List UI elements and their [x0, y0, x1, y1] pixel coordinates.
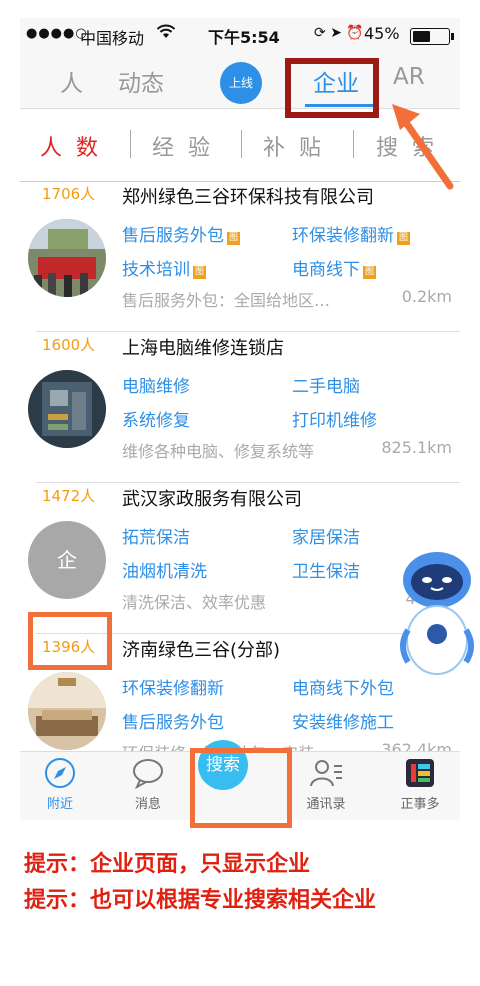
company-description: 清洗保洁、效率优惠 [122, 593, 267, 612]
battery-icon [410, 28, 454, 45]
company-photo-avatar [28, 370, 106, 448]
status-bar: ●●●●○ 中国移动 下午5:54 ⟳ ➤ ⏰ 45% [20, 18, 460, 52]
clock: 下午5:54 [208, 28, 280, 47]
highlight-member-count [28, 612, 112, 670]
carrier-name: 中国移动 [80, 29, 145, 48]
service-link[interactable]: 油烟机清洗 [122, 557, 207, 582]
signal-strength: ●●●●○ [26, 26, 88, 41]
filter-people-count[interactable]: 人数 [40, 130, 112, 162]
service-link[interactable]: 环保装修翻新图 [292, 221, 410, 246]
image-tag-icon: 图 [397, 232, 410, 245]
system-icons: ⟳ ➤ ⏰ [314, 25, 364, 41]
filter-experience[interactable]: 经验 [152, 130, 224, 162]
filter-divider [130, 130, 131, 158]
service-link[interactable]: 技术培训图 [122, 255, 206, 280]
battery-percent: 45% [364, 24, 400, 43]
distance: 0.2km [401, 287, 452, 306]
service-link[interactable]: 环保装修翻新 [122, 674, 224, 699]
service-link[interactable]: 家居保洁 [292, 523, 360, 548]
service-link[interactable]: 拓荒保洁 [122, 523, 190, 548]
rotation-lock-icon: ⟳ [314, 25, 326, 41]
online-button[interactable]: 上线 [220, 62, 262, 104]
tab-zhengshiduo[interactable]: 正事多 [380, 756, 460, 812]
service-link[interactable]: 系统修复 [122, 406, 190, 431]
service-link[interactable]: 售后服务外包图 [122, 221, 240, 246]
company-default-avatar: 企 [28, 521, 106, 599]
company-photo-avatar [28, 219, 106, 297]
filter-divider [353, 130, 354, 158]
hint-line: 提示：也可以根据专业搜索相关企业 [24, 888, 377, 913]
service-link[interactable]: 电商线下图 [292, 255, 376, 280]
contacts-icon [310, 760, 342, 787]
tab-people[interactable]: 人 [60, 64, 83, 98]
tab-ar[interactable]: AR [393, 64, 425, 90]
service-link[interactable]: 卫生保洁 [292, 557, 360, 582]
company-name: 武汉家政服务有限公司 [122, 489, 302, 510]
annotation-arrow-icon [392, 104, 454, 190]
filter-subsidy[interactable]: 补贴 [263, 130, 335, 162]
image-tag-icon: 图 [363, 266, 376, 279]
distance: 362.4km [381, 740, 452, 751]
company-description: 维修各种电脑、修复系统等 [122, 442, 315, 461]
service-link[interactable]: 安装维修施工 [292, 708, 394, 733]
filter-divider [241, 130, 242, 158]
member-count: 1706人 [42, 185, 96, 203]
tab-nearby[interactable]: 附近 [20, 756, 100, 812]
company-name: 郑州绿色三谷环保科技有限公司 [122, 187, 374, 208]
location-arrow-icon: ➤ [330, 25, 342, 41]
service-link[interactable]: 电脑维修 [122, 372, 190, 397]
company-name: 上海电脑维修连锁店 [122, 338, 284, 359]
member-count: 1472人 [42, 487, 96, 505]
service-link[interactable]: 售后服务外包 [122, 708, 224, 733]
company-photo-avatar [28, 672, 106, 750]
company-card[interactable]: 1706人 郑州绿色三谷环保科技有限公司 售后服务外包图 环保装修翻新图 技术培… [20, 181, 460, 332]
company-description: 售后服务外包：全国给地区… [122, 291, 331, 310]
image-tag-icon: 图 [193, 266, 206, 279]
hint-line: 提示：企业页面，只显示企业 [24, 852, 311, 877]
member-count: 1600人 [42, 336, 96, 354]
wifi-icon [156, 24, 176, 44]
tab-messages[interactable]: 消息 [108, 756, 188, 812]
service-link[interactable]: 电商线下外包 [292, 674, 394, 699]
service-link[interactable]: 打印机维修 [292, 406, 377, 431]
robot-assistant-icon[interactable] [398, 550, 476, 682]
compass-icon [45, 758, 75, 788]
highlight-search-button [190, 748, 292, 828]
alarm-icon: ⏰ [346, 25, 364, 41]
app-logo-icon [406, 759, 434, 787]
tab-contacts[interactable]: 通讯录 [286, 756, 366, 812]
service-link[interactable]: 二手电脑 [292, 372, 360, 397]
company-name: 济南绿色三谷(分部) [122, 640, 281, 661]
image-tag-icon: 图 [227, 232, 240, 245]
highlight-company-tab [285, 58, 379, 118]
tab-dynamic[interactable]: 动态 [118, 64, 164, 98]
company-card[interactable]: 1600人 上海电脑维修连锁店 电脑维修 二手电脑 系统修复 打印机维修 维修各… [20, 332, 460, 483]
distance: 825.1km [381, 438, 452, 457]
chat-bubble-icon [133, 759, 163, 790]
